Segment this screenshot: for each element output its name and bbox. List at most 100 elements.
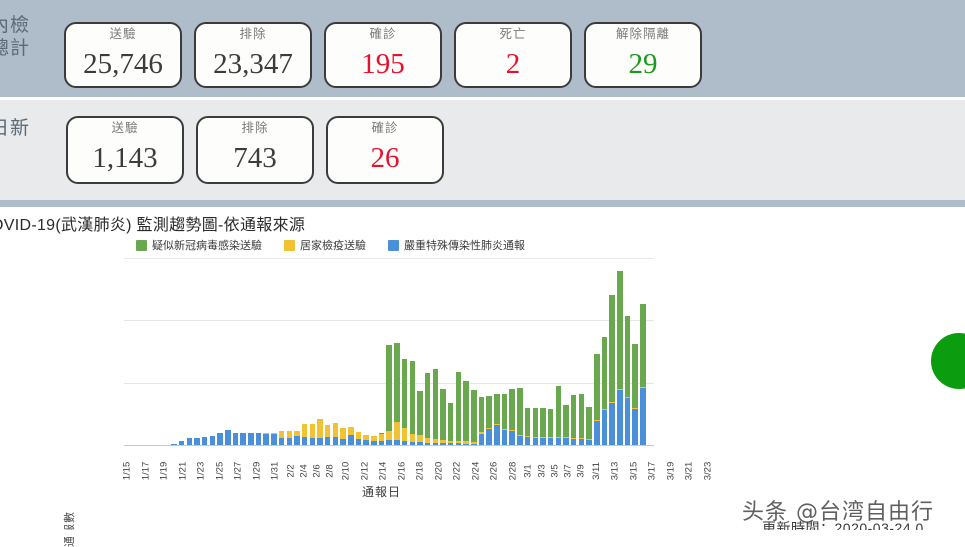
stacked-bar[interactable] — [278, 430, 285, 445]
bar-slot[interactable] — [608, 258, 616, 445]
bar-slot[interactable] — [401, 258, 409, 445]
stacked-bar[interactable] — [409, 360, 416, 445]
stacked-bar[interactable] — [463, 381, 469, 445]
stacked-bar[interactable] — [378, 432, 385, 445]
bar-slot[interactable] — [524, 258, 532, 445]
bar-slot[interactable] — [416, 258, 424, 445]
stacked-bar[interactable] — [332, 423, 339, 445]
stacked-bar[interactable] — [486, 395, 492, 445]
bar-slot[interactable] — [332, 258, 340, 445]
stacked-bar[interactable] — [532, 407, 539, 445]
bar-slot[interactable] — [132, 258, 140, 445]
stacked-bar[interactable] — [555, 385, 562, 445]
bar-slot[interactable] — [339, 258, 347, 445]
stacked-bar[interactable] — [440, 388, 446, 445]
stacked-bar[interactable] — [432, 368, 439, 445]
bar-slot[interactable] — [139, 258, 147, 445]
stacked-bar[interactable] — [225, 430, 231, 445]
stacked-bar[interactable] — [301, 423, 308, 445]
bar-slot[interactable] — [285, 258, 293, 445]
stacked-bar[interactable] — [271, 433, 277, 445]
bar-slot[interactable] — [278, 258, 286, 445]
bar-slot[interactable] — [201, 258, 209, 445]
bar-slot[interactable] — [555, 258, 563, 445]
stacked-bar[interactable] — [509, 389, 515, 445]
bar-slot[interactable] — [616, 258, 624, 445]
bar-slot[interactable] — [432, 258, 440, 445]
stacked-bar[interactable] — [232, 432, 239, 445]
bar-slot[interactable] — [470, 258, 478, 445]
bar-slot[interactable] — [501, 258, 509, 445]
stacked-bar[interactable] — [324, 425, 331, 445]
stacked-bar[interactable] — [209, 436, 216, 445]
bar-slot[interactable] — [170, 258, 178, 445]
bar-slot[interactable] — [224, 258, 232, 445]
stacked-bar[interactable] — [386, 344, 392, 445]
stacked-bar[interactable] — [309, 424, 316, 445]
bar-slot[interactable] — [485, 258, 493, 445]
bar-slot[interactable] — [570, 258, 578, 445]
stacked-bar[interactable] — [501, 393, 508, 445]
bar-slot[interactable] — [455, 258, 463, 445]
stacked-bar[interactable] — [609, 295, 615, 445]
stacked-bar[interactable] — [194, 437, 200, 445]
stacked-bar[interactable] — [355, 431, 362, 445]
bar-slot[interactable] — [362, 258, 370, 445]
stacked-bar[interactable] — [186, 438, 193, 445]
stacked-bar[interactable] — [294, 430, 300, 445]
stacked-bar[interactable] — [524, 407, 531, 445]
bar-slot[interactable] — [347, 258, 355, 445]
bar-slot[interactable] — [439, 258, 447, 445]
bar-slot[interactable] — [408, 258, 416, 445]
bar-slot[interactable] — [247, 258, 255, 445]
stacked-bar[interactable] — [417, 391, 423, 445]
stacked-bar[interactable] — [363, 435, 369, 445]
bar-slot[interactable] — [462, 258, 470, 445]
bar-slot[interactable] — [378, 258, 386, 445]
stacked-bar[interactable] — [255, 433, 262, 445]
stacked-bar[interactable] — [632, 344, 638, 445]
stacked-bar[interactable] — [248, 433, 254, 445]
stacked-bar[interactable] — [570, 395, 577, 445]
bar-slot[interactable] — [178, 258, 186, 445]
stacked-bar[interactable] — [601, 336, 608, 445]
bar-slot[interactable] — [478, 258, 486, 445]
bar-slot[interactable] — [262, 258, 270, 445]
bar-slot[interactable] — [309, 258, 317, 445]
stacked-bar[interactable] — [240, 432, 246, 445]
stacked-bar[interactable] — [340, 427, 346, 445]
bar-slot[interactable] — [624, 258, 632, 445]
bar-slot[interactable] — [355, 258, 363, 445]
bar-slot[interactable] — [255, 258, 263, 445]
stacked-bar[interactable] — [178, 441, 185, 445]
stacked-bar[interactable] — [286, 431, 293, 445]
stacked-bar[interactable] — [594, 354, 600, 445]
bar-slot[interactable] — [293, 258, 301, 445]
bar-slot[interactable] — [393, 258, 401, 445]
bar-slot[interactable] — [385, 258, 393, 445]
bar-slot[interactable] — [547, 258, 555, 445]
stacked-bar[interactable] — [455, 372, 462, 445]
bar-slot[interactable] — [508, 258, 516, 445]
stacked-bar[interactable] — [317, 418, 323, 445]
bar-slot[interactable] — [316, 258, 324, 445]
bar-slot[interactable] — [162, 258, 170, 445]
bar-slot[interactable] — [531, 258, 539, 445]
stacked-bar[interactable] — [540, 408, 546, 445]
bar-slot[interactable] — [324, 258, 332, 445]
stacked-bar[interactable] — [447, 403, 454, 445]
bar-slot[interactable] — [447, 258, 455, 445]
stacked-bar[interactable] — [517, 387, 523, 445]
stacked-bar[interactable] — [201, 437, 208, 445]
bar-slot[interactable] — [209, 258, 217, 445]
stacked-bar[interactable] — [171, 443, 177, 445]
stacked-bar[interactable] — [547, 409, 554, 445]
bar-slot[interactable] — [193, 258, 201, 445]
stacked-bar[interactable] — [640, 303, 646, 445]
stacked-bar[interactable] — [471, 389, 477, 445]
bar-slot[interactable] — [239, 258, 247, 445]
bar-slot[interactable] — [585, 258, 593, 445]
stacked-bar[interactable] — [494, 394, 500, 445]
bar-slot[interactable] — [601, 258, 609, 445]
bar-slot[interactable] — [539, 258, 547, 445]
